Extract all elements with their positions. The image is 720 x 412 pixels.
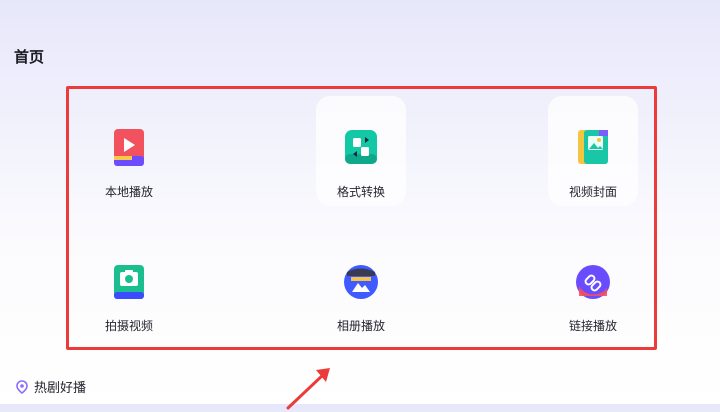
feature-label: 链接播放 [568, 319, 617, 333]
page-title: 首页 [14, 48, 45, 66]
feature-label: 视频封面 [568, 185, 617, 199]
local-play-icon [114, 129, 144, 166]
feature-label: 相册播放 [336, 319, 385, 333]
hot-dramas-section[interactable]: 热剧好播 [16, 377, 86, 396]
annotation-arrow-icon [286, 368, 330, 410]
camera-icon [114, 265, 144, 299]
feature-link-play[interactable]: 链接播放 [548, 230, 638, 340]
feature-camera[interactable]: 拍摄视频 [84, 230, 174, 340]
feature-label: 拍摄视频 [104, 319, 153, 333]
feature-label: 格式转换 [336, 185, 385, 199]
feature-local-play[interactable]: 本地播放 [84, 96, 174, 206]
album-icon [344, 265, 378, 299]
hot-dramas-label: 热剧好播 [34, 381, 87, 396]
video-cover-icon [578, 130, 608, 164]
format-convert-icon [345, 130, 377, 164]
feature-album[interactable]: 相册播放 [316, 230, 406, 340]
link-icon [576, 265, 610, 299]
location-pin-icon [16, 379, 28, 394]
feature-video-cover[interactable]: 视频封面 [548, 96, 638, 206]
feature-format-convert[interactable]: 格式转换 [316, 96, 406, 206]
feature-label: 本地播放 [104, 185, 153, 199]
